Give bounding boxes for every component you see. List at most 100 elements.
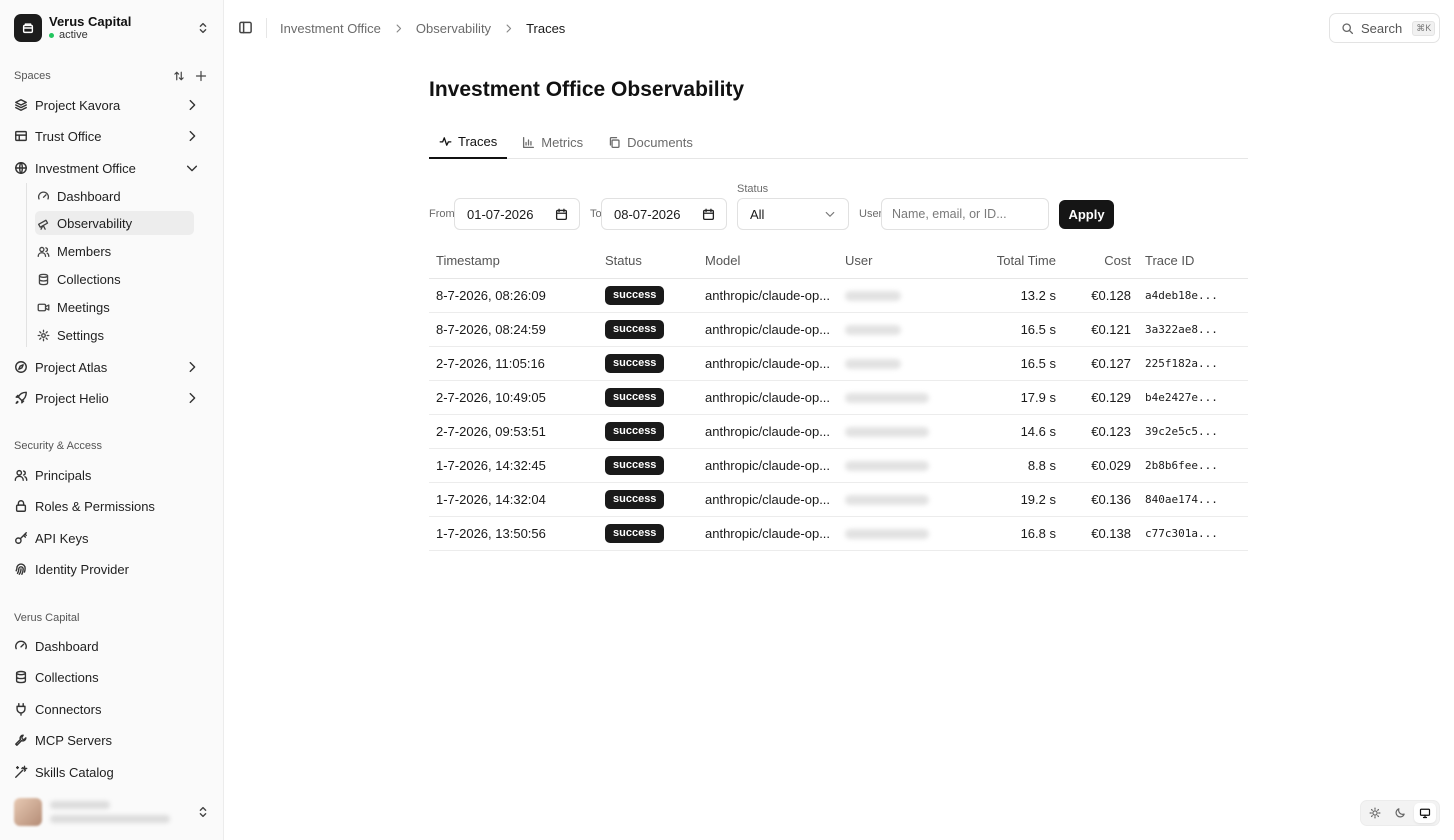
table-row[interactable]: 8-7-2026, 08:26:09 success anthropic/claud… <box>429 278 1248 313</box>
redacted-user <box>845 359 901 370</box>
sidebar-item-label: Project Helio <box>35 390 109 406</box>
spaces-heading: Spaces <box>14 70 51 82</box>
globe-icon <box>15 162 27 174</box>
table-row[interactable]: 2-7-2026, 10:49:05 success anthropic/claud… <box>429 380 1248 415</box>
sort-icon[interactable] <box>173 70 185 82</box>
search-button[interactable]: Search ⌘K <box>1329 13 1440 43</box>
sidebar-item-project-helio[interactable]: Project Helio <box>14 386 210 410</box>
user-filter-input[interactable] <box>881 198 1049 230</box>
sidebar-item-mcp-servers[interactable]: MCP Servers <box>14 728 210 752</box>
cell-user <box>838 380 936 415</box>
sidebar-item-skills-catalog[interactable]: Skills Catalog <box>14 760 210 784</box>
redacted-user <box>845 291 901 302</box>
sun-icon <box>1369 807 1381 819</box>
sidebar-item-project-atlas[interactable]: Project Atlas <box>14 355 210 379</box>
column-header-status[interactable]: Status <box>598 244 698 279</box>
key-icon <box>15 532 27 544</box>
cell-trace-id: b4e2427e... <box>1138 380 1248 415</box>
cell-status: success <box>598 380 698 415</box>
cell-total-time: 14.6 s <box>936 414 1063 449</box>
table-row[interactable]: 8-7-2026, 08:24:59 success anthropic/claud… <box>429 312 1248 347</box>
theme-dark-button[interactable] <box>1389 803 1411 823</box>
calendar-icon <box>702 208 715 220</box>
sidebar-subitem-meetings[interactable]: Meetings <box>35 295 194 319</box>
column-header-total-time[interactable]: Total Time <box>936 244 1063 279</box>
column-header-cost[interactable]: Cost <box>1063 244 1138 279</box>
cell-user <box>838 448 936 483</box>
sidebar-item-investment-office[interactable]: Investment Office <box>14 156 210 180</box>
theme-system-button[interactable] <box>1413 803 1436 823</box>
table-row[interactable]: 2-7-2026, 11:05:16 success anthropic/claud… <box>429 346 1248 381</box>
to-label: To <box>590 208 602 220</box>
org-switcher[interactable]: Verus Capital active <box>14 13 210 43</box>
tab-documents[interactable]: Documents <box>598 126 703 159</box>
sidebar-item-connectors[interactable]: Connectors <box>14 697 210 721</box>
table-header-row: Timestamp Status Model User Total Time C… <box>429 244 1248 279</box>
cell-status: success <box>598 278 698 313</box>
user-label: User <box>859 208 883 220</box>
tab-metrics[interactable]: Metrics <box>512 126 593 159</box>
status-badge: success <box>605 489 665 509</box>
apply-button[interactable]: Apply <box>1059 200 1114 229</box>
cell-total-time: 13.2 s <box>936 278 1063 313</box>
sidebar-item-project-kavora[interactable]: Project Kavora <box>14 93 210 117</box>
database-icon <box>15 670 27 684</box>
sidebar-subitem-dashboard[interactable]: Dashboard <box>35 184 194 208</box>
sidebar-item-identity-provider[interactable]: Identity Provider <box>14 557 210 581</box>
chevron-down-icon <box>825 211 835 217</box>
table-row[interactable]: 1-7-2026, 14:32:04 success anthropic/claud… <box>429 482 1248 517</box>
to-date-input[interactable]: 08-07-2026 <box>601 198 727 230</box>
column-header-trace-id[interactable]: Trace ID <box>1138 244 1248 279</box>
cell-trace-id: a4deb18e... <box>1138 278 1248 313</box>
column-header-user[interactable]: User <box>838 244 936 279</box>
cell-timestamp: 2-7-2026, 10:49:05 <box>429 380 598 415</box>
breadcrumb-investment-office[interactable]: Investment Office <box>280 21 381 36</box>
sidebar-toggle-button[interactable] <box>238 20 253 35</box>
sidebar-item-org-dashboard[interactable]: Dashboard <box>14 634 210 658</box>
sidebar-item-org-collections[interactable]: Collections <box>14 665 210 689</box>
table-row[interactable]: 1-7-2026, 14:32:45 success anthropic/claud… <box>429 448 1248 483</box>
sidebar-item-api-keys[interactable]: API Keys <box>14 526 210 550</box>
cell-user <box>838 312 936 347</box>
plug-icon <box>16 703 26 716</box>
chevron-down-icon <box>186 165 198 172</box>
cell-model: anthropic/claude-op... <box>698 414 838 449</box>
user-menu[interactable] <box>14 797 210 827</box>
table-row[interactable]: 2-7-2026, 09:53:51 success anthropic/claud… <box>429 414 1248 449</box>
chevron-right-icon <box>189 130 196 142</box>
sidebar-subitem-collections[interactable]: Collections <box>35 267 194 291</box>
sidebar-item-label: MCP Servers <box>35 732 113 748</box>
cell-total-time: 16.5 s <box>936 312 1063 347</box>
column-header-model[interactable]: Model <box>698 244 838 279</box>
column-header-timestamp[interactable]: Timestamp <box>429 244 598 279</box>
breadcrumb-observability[interactable]: Observability <box>416 21 491 36</box>
sidebar-item-label: Identity Provider <box>35 561 129 577</box>
sidebar-item-trust-office[interactable]: Trust Office <box>14 124 210 148</box>
cell-status: success <box>598 346 698 381</box>
add-space-icon[interactable] <box>195 70 207 82</box>
table-row[interactable]: 1-7-2026, 13:50:56 success anthropic/claud… <box>429 516 1248 551</box>
tab-traces[interactable]: Traces <box>429 126 508 159</box>
page-title: Investment Office Observability <box>429 78 745 101</box>
cell-user <box>838 482 936 517</box>
sidebar-item-roles-permissions[interactable]: Roles & Permissions <box>14 494 210 518</box>
redacted-user <box>845 529 929 540</box>
sidebar-item-principals[interactable]: Principals <box>14 463 210 487</box>
sidebar-subitem-members[interactable]: Members <box>35 239 194 263</box>
cell-model: anthropic/claude-op... <box>698 448 838 483</box>
sidebar-item-label: Principals <box>35 467 92 483</box>
status-select[interactable]: All <box>737 198 849 230</box>
sidebar-subitem-observability[interactable]: Observability <box>35 211 194 235</box>
cell-total-time: 16.8 s <box>936 516 1063 551</box>
from-date-input[interactable]: 01-07-2026 <box>454 198 580 230</box>
status-select-value: All <box>750 206 765 222</box>
bar-chart-icon <box>523 136 535 149</box>
status-badge: success <box>605 319 665 339</box>
cell-total-time: 17.9 s <box>936 380 1063 415</box>
fingerprint-icon <box>15 563 26 575</box>
status-badge: success <box>605 353 665 373</box>
theme-light-button[interactable] <box>1364 803 1386 823</box>
sidebar-subitem-label: Dashboard <box>57 188 121 204</box>
traces-table: Timestamp Status Model User Total Time C… <box>429 244 1248 551</box>
sidebar-subitem-settings[interactable]: Settings <box>35 323 194 347</box>
